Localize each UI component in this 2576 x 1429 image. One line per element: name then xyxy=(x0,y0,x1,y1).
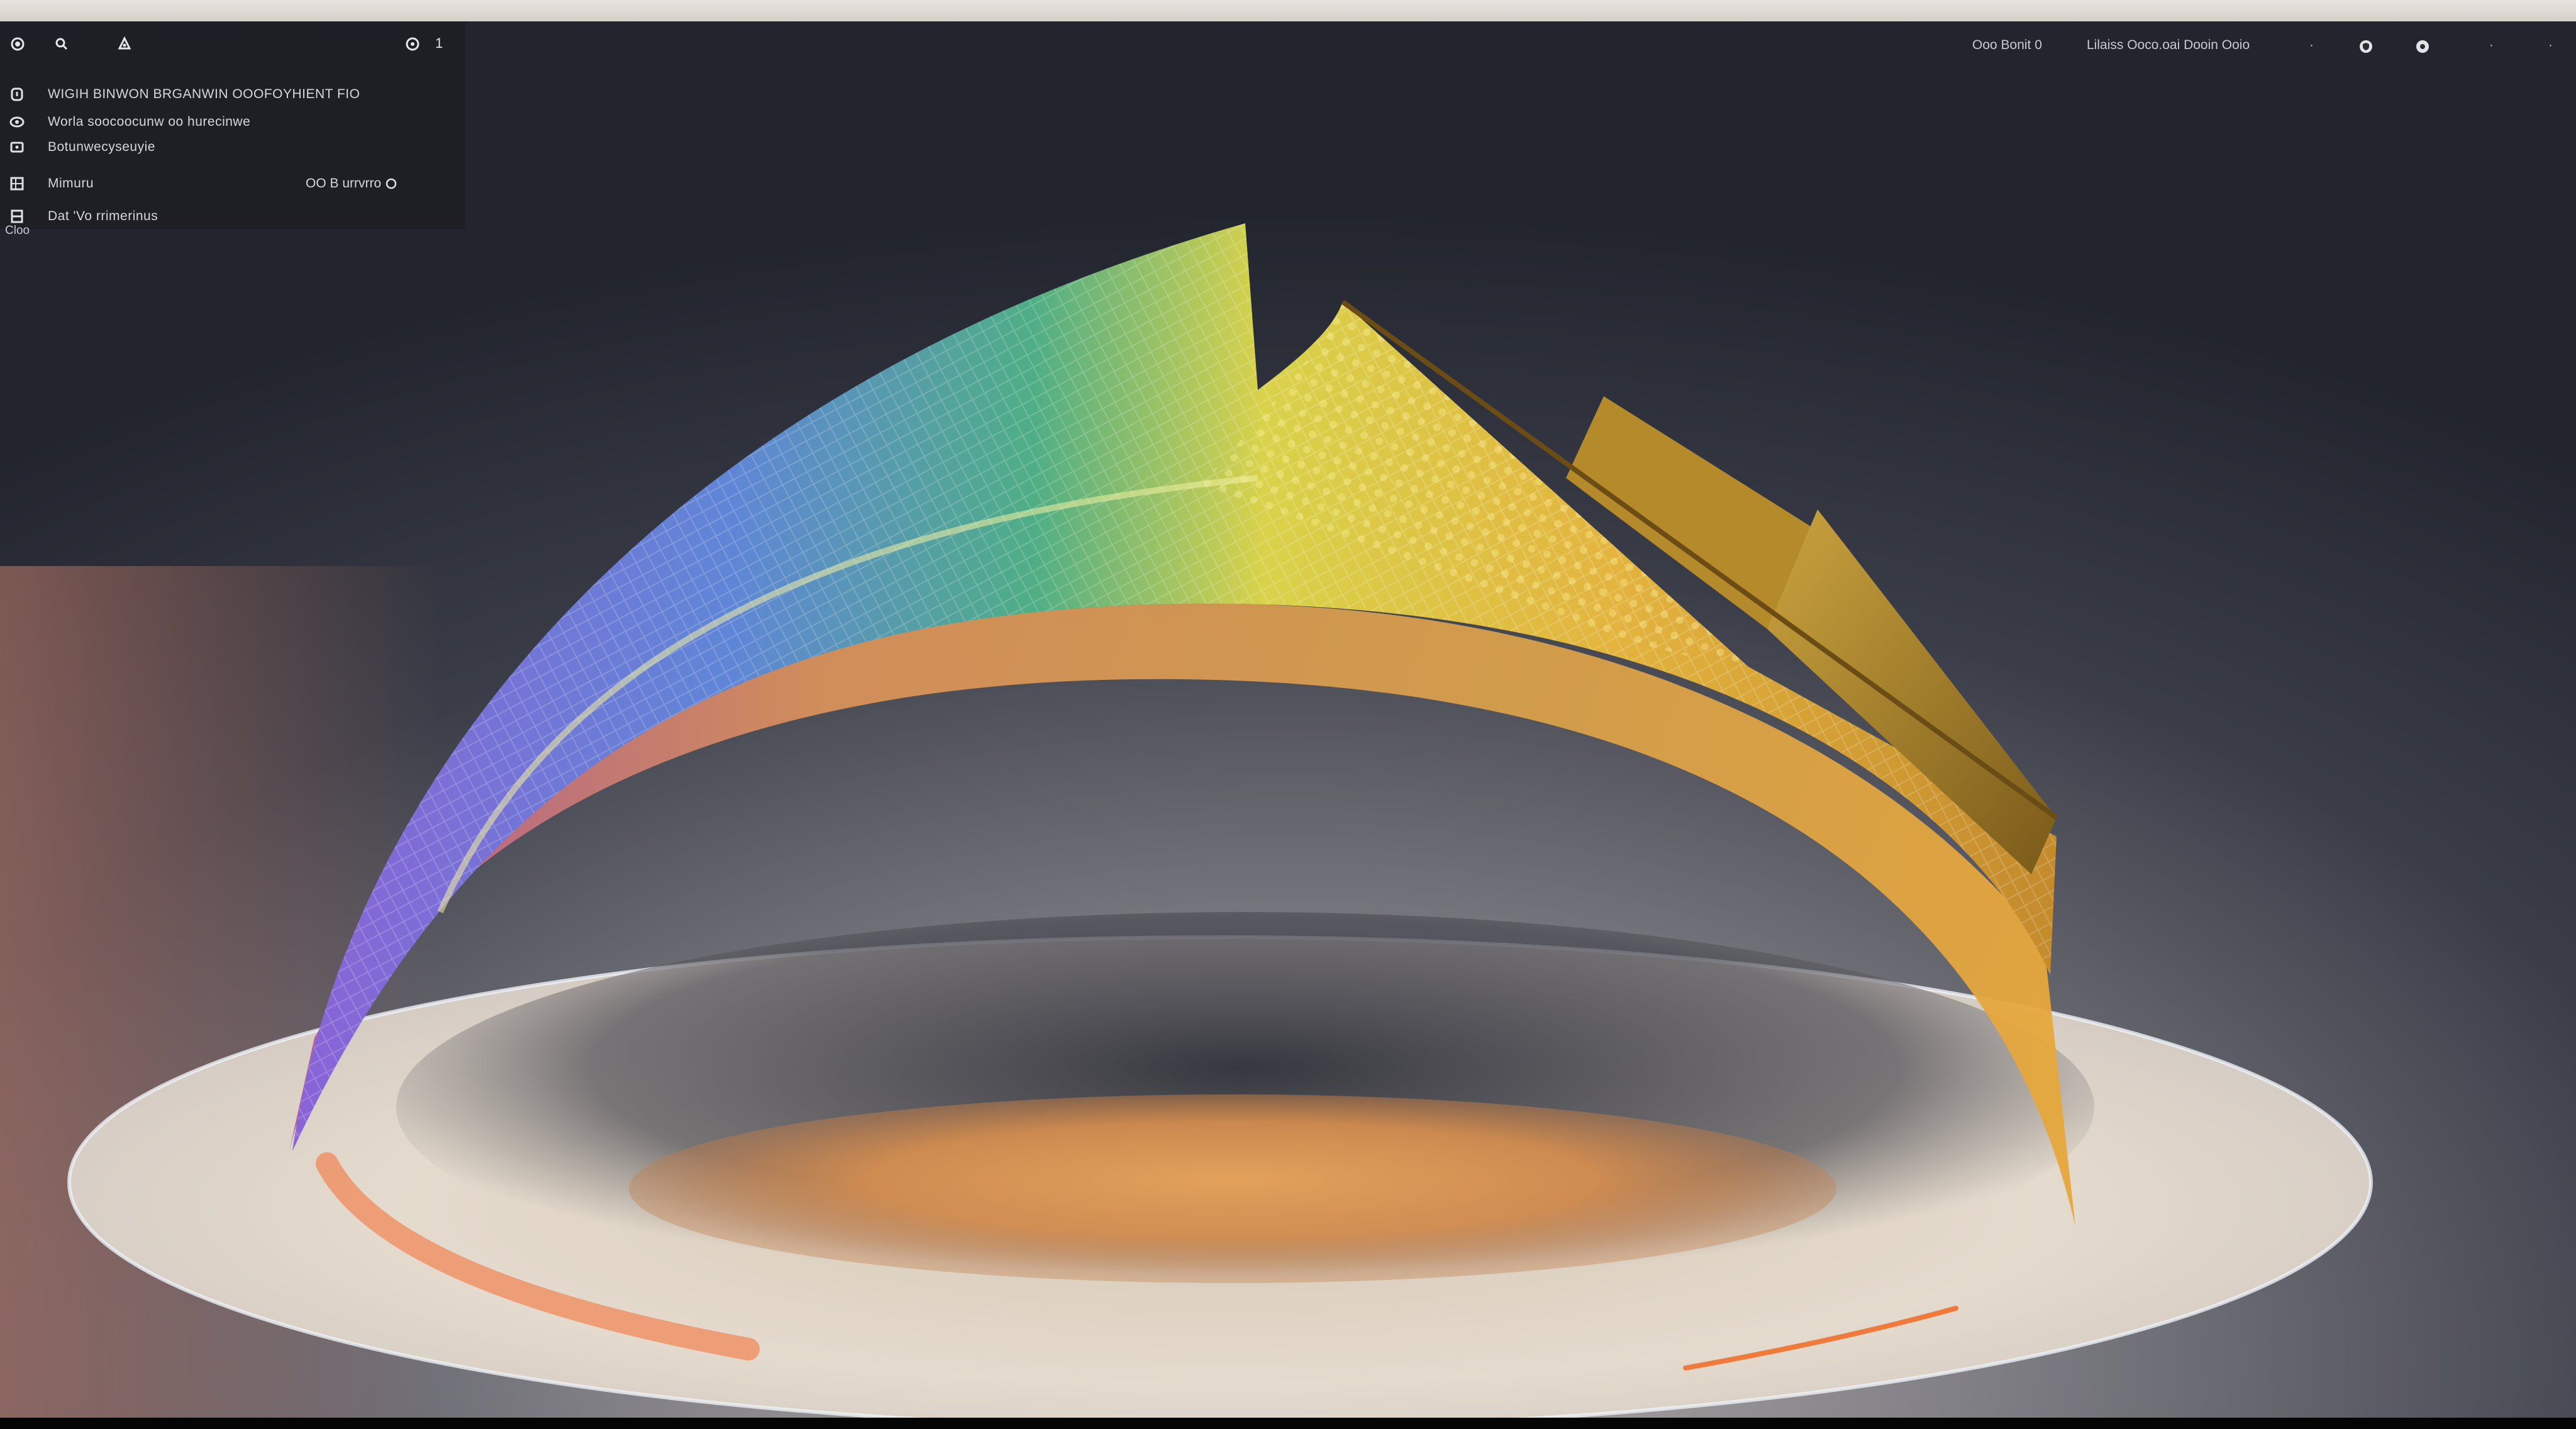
save-icon xyxy=(8,207,26,226)
radio-icon xyxy=(386,178,397,189)
panel-row-grid[interactable]: Mimuru OO B urrvrro xyxy=(0,171,465,196)
toolbar-count: 1 xyxy=(435,35,443,51)
row-value[interactable]: OO B urrvrro xyxy=(306,176,397,191)
timer-icon xyxy=(406,37,419,51)
shield-button[interactable] xyxy=(2356,36,2376,57)
window-bottom-strip xyxy=(0,1418,2576,1429)
row-label: Dat 'Vo rrimerinus xyxy=(48,209,158,223)
info-icon xyxy=(8,85,26,104)
gear-icon xyxy=(2416,40,2429,53)
panel-footer-label: Cloo xyxy=(5,224,30,237)
shield-icon xyxy=(2360,40,2372,53)
panel-row-view[interactable]: Worla soocoocunw oo hurecinwe xyxy=(0,109,465,135)
record-icon xyxy=(11,37,25,51)
object-properties-panel: 1 WIGIH BINWON BRGANWIN OOOFOYHIENT FIO … xyxy=(0,21,465,229)
row-label: Botunwecyseuyie xyxy=(48,140,155,154)
user-button[interactable] xyxy=(114,34,135,54)
status-text-right: Lilaiss Ooco.oai Dooin Ooio xyxy=(2087,38,2250,52)
eye-icon xyxy=(8,113,26,131)
row-label: Mimuru xyxy=(48,176,94,191)
row-value-text: OO B urrvrro xyxy=(306,176,382,191)
status-dot-3: · xyxy=(2548,38,2553,52)
platform-inner-glow xyxy=(629,1094,1836,1283)
status-bar: Ooo Bonit 0 Lilaiss Ooco.oai Dooin Ooio … xyxy=(1947,31,2576,62)
status-dot-1: · xyxy=(2309,38,2314,52)
screen: 1 WIGIH BINWON BRGANWIN OOOFOYHIENT FIO … xyxy=(0,0,2576,1429)
record-button[interactable] xyxy=(8,34,28,54)
user-icon xyxy=(118,36,131,50)
panel-row-title[interactable]: WIGIH BINWON BRGANWIN OOOFOYHIENT FIO xyxy=(0,82,465,107)
panel-row-image[interactable]: Botunwecyseuyie xyxy=(0,135,465,160)
panel-row-save[interactable]: Dat 'Vo rrimerinus xyxy=(0,204,465,229)
search-button[interactable] xyxy=(52,34,72,54)
window-top-strip xyxy=(0,0,2576,21)
row-label: Worla soocoocunw oo hurecinwe xyxy=(48,114,251,129)
settings-button[interactable] xyxy=(2412,36,2433,57)
row-label: WIGIH BINWON BRGANWIN OOOFOYHIENT FIO xyxy=(48,87,360,101)
image-icon xyxy=(8,138,26,157)
grid-icon xyxy=(8,174,26,193)
status-text-left: Ooo Bonit 0 xyxy=(1972,38,2042,52)
panel-toolbar: 1 xyxy=(0,21,465,67)
status-dot-2: · xyxy=(2489,38,2494,52)
search-icon xyxy=(55,38,68,50)
timer-button[interactable] xyxy=(402,34,423,54)
